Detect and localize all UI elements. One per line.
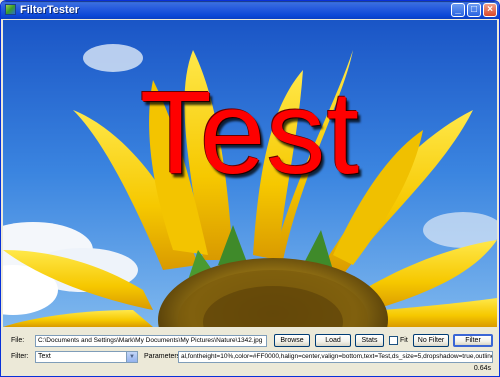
fit-checkbox[interactable] bbox=[389, 336, 398, 345]
file-path-field[interactable]: C:\Documents and Settings\Mark\My Docume… bbox=[35, 335, 267, 347]
filter-button[interactable]: Filter bbox=[453, 334, 493, 347]
chevron-down-icon[interactable]: ▼ bbox=[126, 352, 137, 362]
maximize-button[interactable]: □ bbox=[467, 3, 481, 17]
elapsed-time: 0.64s bbox=[473, 365, 491, 372]
stats-button[interactable]: Stats bbox=[355, 334, 384, 347]
parameters-field[interactable]: al,fontheight=10%,color=#FF0000,halign=c… bbox=[178, 351, 493, 363]
maximize-icon: □ bbox=[470, 4, 478, 15]
file-label: File: bbox=[11, 337, 25, 344]
fit-label: Fit bbox=[400, 337, 408, 344]
parameters-label: Parameters: bbox=[144, 353, 183, 360]
close-icon: × bbox=[487, 4, 493, 15]
title-bar[interactable]: FilterTester _ □ × bbox=[1, 1, 499, 19]
app-window: FilterTester _ □ × Test File: C:\Documen… bbox=[0, 0, 500, 377]
minimize-button[interactable]: _ bbox=[451, 3, 465, 17]
load-button[interactable]: Load bbox=[315, 334, 351, 347]
window-title: FilterTester bbox=[20, 4, 80, 16]
filter-select-value: Text bbox=[38, 353, 51, 360]
sunflower-photo bbox=[3, 20, 497, 327]
minimize-icon: _ bbox=[455, 4, 461, 15]
image-preview: Test bbox=[3, 20, 497, 327]
filter-label: Filter: bbox=[11, 353, 29, 360]
no-filter-button[interactable]: No Filter bbox=[413, 334, 449, 347]
browse-button[interactable]: Browse bbox=[274, 334, 310, 347]
app-icon[interactable] bbox=[5, 4, 16, 15]
close-button[interactable]: × bbox=[483, 3, 497, 17]
filter-select[interactable]: Text ▼ bbox=[35, 351, 138, 363]
